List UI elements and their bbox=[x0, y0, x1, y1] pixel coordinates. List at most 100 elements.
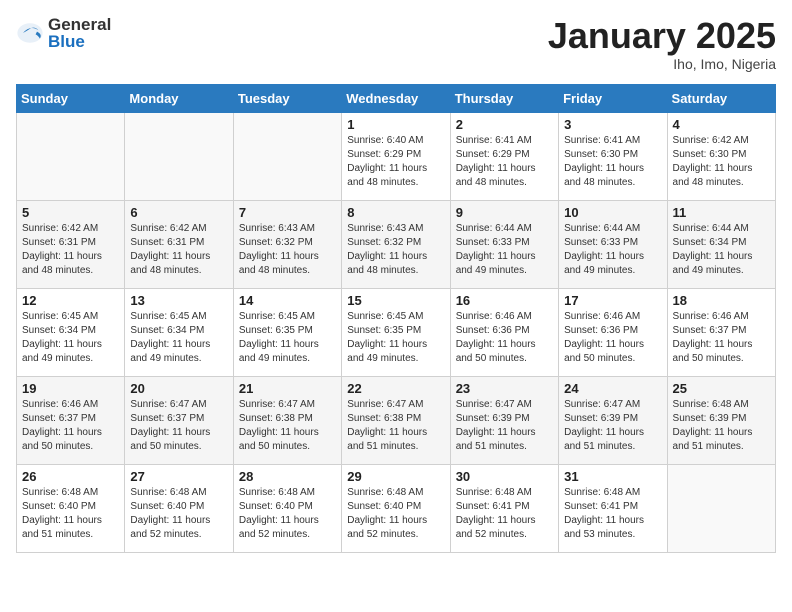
day-number: 10 bbox=[564, 205, 661, 220]
calendar-cell bbox=[667, 464, 775, 552]
day-number: 2 bbox=[456, 117, 553, 132]
calendar-cell: 6 Sunrise: 6:42 AM Sunset: 6:31 PM Daylig… bbox=[125, 200, 233, 288]
day-info: Sunrise: 6:48 AM Sunset: 6:41 PM Dayligh… bbox=[456, 486, 553, 542]
day-info: Sunrise: 6:42 AM Sunset: 6:31 PM Dayligh… bbox=[130, 222, 227, 278]
title-block: January 2025 Iho, Imo, Nigeria bbox=[548, 16, 776, 72]
day-number: 1 bbox=[347, 117, 444, 132]
day-info: Sunrise: 6:43 AM Sunset: 6:32 PM Dayligh… bbox=[239, 222, 336, 278]
day-info: Sunrise: 6:46 AM Sunset: 6:37 PM Dayligh… bbox=[22, 398, 119, 454]
day-info: Sunrise: 6:46 AM Sunset: 6:37 PM Dayligh… bbox=[673, 310, 770, 366]
week-row-4: 19 Sunrise: 6:46 AM Sunset: 6:37 PM Dayli… bbox=[17, 376, 776, 464]
day-number: 4 bbox=[673, 117, 770, 132]
weekday-header-row: SundayMondayTuesdayWednesdayThursdayFrid… bbox=[17, 84, 776, 112]
week-row-5: 26 Sunrise: 6:48 AM Sunset: 6:40 PM Dayli… bbox=[17, 464, 776, 552]
weekday-header-sunday: Sunday bbox=[17, 84, 125, 112]
weekday-header-saturday: Saturday bbox=[667, 84, 775, 112]
logo-icon bbox=[16, 19, 44, 47]
page-header: General Blue January 2025 Iho, Imo, Nige… bbox=[16, 16, 776, 72]
day-number: 8 bbox=[347, 205, 444, 220]
day-info: Sunrise: 6:48 AM Sunset: 6:40 PM Dayligh… bbox=[22, 486, 119, 542]
calendar-table: SundayMondayTuesdayWednesdayThursdayFrid… bbox=[16, 84, 776, 553]
day-info: Sunrise: 6:40 AM Sunset: 6:29 PM Dayligh… bbox=[347, 134, 444, 190]
calendar-cell: 26 Sunrise: 6:48 AM Sunset: 6:40 PM Dayli… bbox=[17, 464, 125, 552]
day-info: Sunrise: 6:47 AM Sunset: 6:37 PM Dayligh… bbox=[130, 398, 227, 454]
calendar-cell: 7 Sunrise: 6:43 AM Sunset: 6:32 PM Daylig… bbox=[233, 200, 341, 288]
day-info: Sunrise: 6:41 AM Sunset: 6:29 PM Dayligh… bbox=[456, 134, 553, 190]
day-number: 12 bbox=[22, 293, 119, 308]
calendar-cell: 18 Sunrise: 6:46 AM Sunset: 6:37 PM Dayli… bbox=[667, 288, 775, 376]
day-info: Sunrise: 6:41 AM Sunset: 6:30 PM Dayligh… bbox=[564, 134, 661, 190]
calendar-cell: 10Sunrise: 6:44 AM Sunset: 6:33 PM Dayli… bbox=[559, 200, 667, 288]
calendar-cell: 1 Sunrise: 6:40 AM Sunset: 6:29 PM Daylig… bbox=[342, 112, 450, 200]
calendar-cell: 14Sunrise: 6:45 AM Sunset: 6:35 PM Dayli… bbox=[233, 288, 341, 376]
calendar-cell: 2 Sunrise: 6:41 AM Sunset: 6:29 PM Daylig… bbox=[450, 112, 558, 200]
week-row-1: 1 Sunrise: 6:40 AM Sunset: 6:29 PM Daylig… bbox=[17, 112, 776, 200]
day-number: 18 bbox=[673, 293, 770, 308]
calendar-cell bbox=[125, 112, 233, 200]
day-number: 28 bbox=[239, 469, 336, 484]
day-number: 3 bbox=[564, 117, 661, 132]
logo: General Blue bbox=[16, 16, 111, 50]
day-info: Sunrise: 6:47 AM Sunset: 6:38 PM Dayligh… bbox=[347, 398, 444, 454]
calendar-cell: 16 Sunrise: 6:46 AM Sunset: 6:36 PM Dayli… bbox=[450, 288, 558, 376]
day-info: Sunrise: 6:48 AM Sunset: 6:39 PM Dayligh… bbox=[673, 398, 770, 454]
calendar-cell: 13 Sunrise: 6:45 AM Sunset: 6:34 PM Dayli… bbox=[125, 288, 233, 376]
day-info: Sunrise: 6:45 AM Sunset: 6:34 PM Dayligh… bbox=[22, 310, 119, 366]
day-number: 6 bbox=[130, 205, 227, 220]
day-number: 25 bbox=[673, 381, 770, 396]
day-info: Sunrise: 6:45 AM Sunset: 6:35 PM Dayligh… bbox=[239, 310, 336, 366]
day-number: 23 bbox=[456, 381, 553, 396]
weekday-header-wednesday: Wednesday bbox=[342, 84, 450, 112]
day-info: Sunrise: 6:44 AM Sunset: 6:34 PM Dayligh… bbox=[673, 222, 770, 278]
calendar-cell: 4Sunrise: 6:42 AM Sunset: 6:30 PM Daylig… bbox=[667, 112, 775, 200]
day-info: Sunrise: 6:48 AM Sunset: 6:40 PM Dayligh… bbox=[130, 486, 227, 542]
day-number: 20 bbox=[130, 381, 227, 396]
calendar-cell: 12 Sunrise: 6:45 AM Sunset: 6:34 PM Dayli… bbox=[17, 288, 125, 376]
week-row-3: 12 Sunrise: 6:45 AM Sunset: 6:34 PM Dayli… bbox=[17, 288, 776, 376]
calendar-cell: 29Sunrise: 6:48 AM Sunset: 6:40 PM Dayli… bbox=[342, 464, 450, 552]
calendar-cell: 22 Sunrise: 6:47 AM Sunset: 6:38 PM Dayli… bbox=[342, 376, 450, 464]
day-number: 19 bbox=[22, 381, 119, 396]
calendar-cell: 30 Sunrise: 6:48 AM Sunset: 6:41 PM Dayli… bbox=[450, 464, 558, 552]
day-number: 29 bbox=[347, 469, 444, 484]
day-number: 16 bbox=[456, 293, 553, 308]
calendar-cell: 31Sunrise: 6:48 AM Sunset: 6:41 PM Dayli… bbox=[559, 464, 667, 552]
day-number: 5 bbox=[22, 205, 119, 220]
logo-general: General bbox=[48, 16, 111, 33]
calendar-cell: 28 Sunrise: 6:48 AM Sunset: 6:40 PM Dayli… bbox=[233, 464, 341, 552]
day-info: Sunrise: 6:45 AM Sunset: 6:34 PM Dayligh… bbox=[130, 310, 227, 366]
logo-text: General Blue bbox=[48, 16, 111, 50]
calendar-cell: 23 Sunrise: 6:47 AM Sunset: 6:39 PM Dayli… bbox=[450, 376, 558, 464]
day-info: Sunrise: 6:43 AM Sunset: 6:32 PM Dayligh… bbox=[347, 222, 444, 278]
day-info: Sunrise: 6:46 AM Sunset: 6:36 PM Dayligh… bbox=[456, 310, 553, 366]
day-number: 7 bbox=[239, 205, 336, 220]
calendar-cell: 24Sunrise: 6:47 AM Sunset: 6:39 PM Dayli… bbox=[559, 376, 667, 464]
calendar-cell: 20 Sunrise: 6:47 AM Sunset: 6:37 PM Dayli… bbox=[125, 376, 233, 464]
day-info: Sunrise: 6:47 AM Sunset: 6:39 PM Dayligh… bbox=[456, 398, 553, 454]
day-number: 21 bbox=[239, 381, 336, 396]
day-info: Sunrise: 6:42 AM Sunset: 6:31 PM Dayligh… bbox=[22, 222, 119, 278]
calendar-cell bbox=[17, 112, 125, 200]
calendar-cell: 8 Sunrise: 6:43 AM Sunset: 6:32 PM Daylig… bbox=[342, 200, 450, 288]
day-number: 13 bbox=[130, 293, 227, 308]
calendar-cell: 15Sunrise: 6:45 AM Sunset: 6:35 PM Dayli… bbox=[342, 288, 450, 376]
day-number: 11 bbox=[673, 205, 770, 220]
day-info: Sunrise: 6:45 AM Sunset: 6:35 PM Dayligh… bbox=[347, 310, 444, 366]
calendar-cell: 27 Sunrise: 6:48 AM Sunset: 6:40 PM Dayli… bbox=[125, 464, 233, 552]
logo-blue: Blue bbox=[48, 33, 111, 50]
calendar-cell bbox=[233, 112, 341, 200]
calendar-cell: 5 Sunrise: 6:42 AM Sunset: 6:31 PM Daylig… bbox=[17, 200, 125, 288]
location: Iho, Imo, Nigeria bbox=[548, 56, 776, 72]
day-number: 30 bbox=[456, 469, 553, 484]
day-number: 26 bbox=[22, 469, 119, 484]
day-number: 17 bbox=[564, 293, 661, 308]
calendar-cell: 3 Sunrise: 6:41 AM Sunset: 6:30 PM Daylig… bbox=[559, 112, 667, 200]
day-info: Sunrise: 6:48 AM Sunset: 6:40 PM Dayligh… bbox=[239, 486, 336, 542]
day-number: 22 bbox=[347, 381, 444, 396]
day-number: 27 bbox=[130, 469, 227, 484]
weekday-header-monday: Monday bbox=[125, 84, 233, 112]
weekday-header-thursday: Thursday bbox=[450, 84, 558, 112]
month-title: January 2025 bbox=[548, 16, 776, 56]
day-number: 9 bbox=[456, 205, 553, 220]
day-number: 24 bbox=[564, 381, 661, 396]
